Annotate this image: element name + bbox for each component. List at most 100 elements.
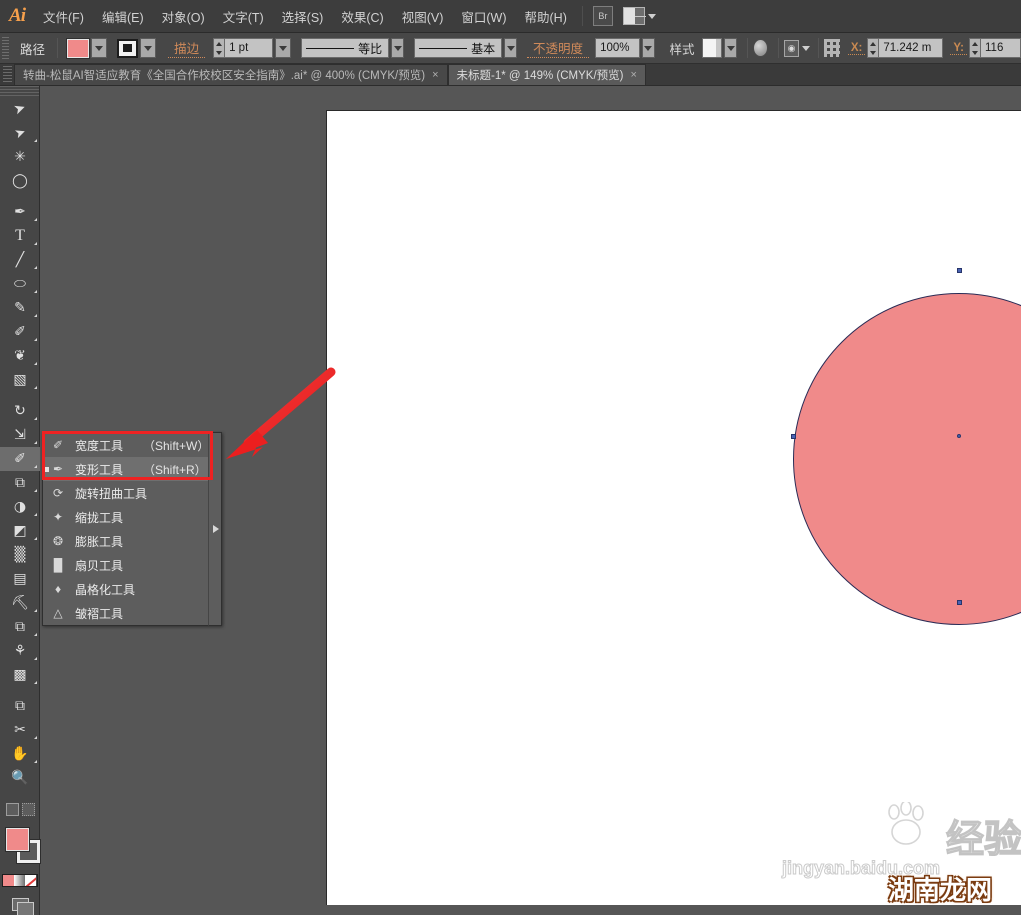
selection-tool[interactable]: ➤ bbox=[0, 97, 40, 121]
stroke-weight-stepper[interactable] bbox=[213, 38, 226, 58]
perspective-grid-tool[interactable]: ◩ bbox=[0, 519, 40, 543]
opacity-mask-icon[interactable] bbox=[753, 39, 768, 57]
menu-object[interactable]: 对象(O) bbox=[153, 0, 214, 33]
warp-tools-flyout-menu[interactable]: ✐ 宽度工具 （Shift+W） ✒ 变形工具 （Shift+R） ⟳ 旋转扭曲… bbox=[42, 432, 222, 626]
status-strip bbox=[40, 905, 1021, 915]
y-field[interactable]: 116 bbox=[981, 38, 1021, 58]
stroke-weight-field[interactable]: 1 pt bbox=[225, 38, 274, 58]
anchor-point-left[interactable] bbox=[791, 434, 796, 439]
y-stepper[interactable] bbox=[969, 38, 981, 58]
chevron-down-icon[interactable] bbox=[647, 13, 656, 19]
menu-view[interactable]: 视图(V) bbox=[393, 0, 453, 33]
magic-wand-tool[interactable]: ✳ bbox=[0, 145, 40, 169]
opacity-label[interactable]: 不透明度 bbox=[527, 38, 590, 58]
flyout-tearoff-strip[interactable] bbox=[208, 432, 222, 626]
menu-file[interactable]: 文件(F) bbox=[34, 0, 93, 33]
menu-help[interactable]: 帮助(H) bbox=[516, 0, 576, 33]
flyout-item-scallop-tool[interactable]: █ 扇贝工具 bbox=[43, 553, 221, 577]
chevron-down-icon bbox=[726, 45, 735, 51]
artboard-tool[interactable]: ⧉ bbox=[0, 694, 40, 718]
brush-definition-dropdown-button[interactable] bbox=[504, 38, 518, 58]
width-profile-combo[interactable]: 等比 bbox=[301, 38, 390, 58]
stroke-color-swatch[interactable] bbox=[117, 38, 139, 58]
drawing-mode-icons[interactable] bbox=[0, 796, 40, 822]
pen-tool[interactable]: ✒ bbox=[0, 200, 40, 224]
draw-normal-icon[interactable] bbox=[5, 802, 19, 816]
color-mode-bar[interactable] bbox=[1, 874, 38, 887]
shape-builder-tool[interactable]: ◑ bbox=[0, 495, 40, 519]
lasso-tool[interactable]: ◯ bbox=[0, 169, 40, 193]
menu-effect[interactable]: 效果(C) bbox=[332, 0, 392, 33]
tools-panel-grip[interactable] bbox=[0, 86, 39, 97]
free-transform-tool[interactable]: ⧉ bbox=[0, 471, 40, 495]
column-graph-tool[interactable]: ▩ bbox=[0, 663, 40, 687]
anchor-point-bottom[interactable] bbox=[957, 600, 962, 605]
artboard-canvas[interactable] bbox=[326, 110, 1021, 915]
gradient-icon[interactable] bbox=[13, 875, 26, 886]
close-icon[interactable]: × bbox=[630, 69, 636, 81]
menu-select[interactable]: 选择(S) bbox=[273, 0, 333, 33]
close-icon[interactable]: × bbox=[432, 69, 438, 81]
paintbrush-tool[interactable]: ✎ bbox=[0, 296, 40, 320]
graphic-style-dropdown-button[interactable] bbox=[724, 38, 738, 58]
graphic-style-swatch[interactable] bbox=[701, 38, 723, 58]
transform-grid-icon[interactable] bbox=[824, 39, 840, 57]
menu-edit[interactable]: 编辑(E) bbox=[93, 0, 153, 33]
blob-brush-tool[interactable]: ❦ bbox=[0, 344, 40, 368]
stroke-label[interactable]: 描边 bbox=[168, 38, 206, 58]
x-stepper[interactable] bbox=[867, 38, 880, 58]
fill-dropdown-button[interactable] bbox=[91, 38, 108, 58]
scale-tool[interactable]: ⇲ bbox=[0, 423, 40, 447]
mesh-tool[interactable]: ▒ bbox=[0, 543, 40, 567]
ellipse-tool[interactable]: ⬭ bbox=[0, 272, 40, 296]
fill-swatch[interactable] bbox=[5, 827, 30, 852]
control-bar-grip[interactable] bbox=[2, 37, 10, 59]
screen-mode-icon[interactable] bbox=[0, 891, 40, 915]
ellipse-shape[interactable] bbox=[793, 293, 1021, 625]
line-segment-tool[interactable]: ╱ bbox=[0, 248, 40, 272]
width-profile-dropdown-button[interactable] bbox=[391, 38, 405, 58]
flyout-item-width-tool[interactable]: ✐ 宽度工具 （Shift+W） bbox=[43, 433, 221, 457]
chevron-down-icon bbox=[644, 45, 653, 51]
menu-type[interactable]: 文字(T) bbox=[214, 0, 273, 33]
color-icon[interactable] bbox=[2, 875, 14, 886]
slice-tool[interactable]: ✂ bbox=[0, 718, 40, 742]
draw-behind-icon[interactable] bbox=[21, 802, 35, 816]
opacity-dropdown-button[interactable] bbox=[641, 38, 655, 58]
document-tab-1[interactable]: 转曲-松鼠AI智适应教育《全国合作校校区安全指南》.ai* @ 400% (CM… bbox=[14, 64, 448, 85]
fill-color-swatch[interactable] bbox=[66, 37, 91, 59]
tab-bar-grip[interactable] bbox=[3, 66, 12, 84]
symbol-sprayer-tool[interactable]: ⚘ bbox=[0, 639, 40, 663]
stroke-dropdown-button[interactable] bbox=[140, 38, 157, 58]
zoom-tool[interactable]: 🔍 bbox=[0, 766, 40, 790]
pencil-tool[interactable]: ✐ bbox=[0, 320, 40, 344]
type-tool[interactable]: T bbox=[0, 224, 40, 248]
document-tab-2[interactable]: 未标题-1* @ 149% (CMYK/预览) × bbox=[447, 64, 646, 85]
hand-tool[interactable]: ✋ bbox=[0, 742, 40, 766]
fill-stroke-control[interactable] bbox=[0, 826, 41, 870]
bridge-icon[interactable]: Br bbox=[592, 6, 613, 26]
flyout-item-crystallize-tool[interactable]: ♦ 晶格化工具 bbox=[43, 577, 221, 601]
rotate-tool[interactable]: ↻ bbox=[0, 399, 40, 423]
eyedropper-tool[interactable]: ⛏ bbox=[0, 591, 40, 615]
eraser-tool[interactable]: ▧ bbox=[0, 368, 40, 392]
blend-tool[interactable]: ⧉ bbox=[0, 615, 40, 639]
flyout-item-twirl-tool[interactable]: ⟳ 旋转扭曲工具 bbox=[43, 481, 221, 505]
chevron-down-icon[interactable] bbox=[802, 45, 811, 51]
flyout-item-pucker-tool[interactable]: ✦ 缩拢工具 bbox=[43, 505, 221, 529]
stroke-weight-dropdown-button[interactable] bbox=[275, 38, 292, 58]
none-icon[interactable] bbox=[25, 875, 37, 886]
gradient-tool[interactable]: ▤ bbox=[0, 567, 40, 591]
brush-definition-combo[interactable]: 基本 bbox=[414, 38, 503, 58]
warp-tool[interactable]: ✐ bbox=[0, 447, 40, 471]
align-icon[interactable]: ◉ bbox=[783, 39, 800, 57]
flyout-item-bloat-tool[interactable]: ❂ 膨胀工具 bbox=[43, 529, 221, 553]
flyout-item-wrinkle-tool[interactable]: △ 皱褶工具 bbox=[43, 601, 221, 625]
direct-selection-tool[interactable]: ➤ bbox=[0, 121, 40, 145]
menu-window[interactable]: 窗口(W) bbox=[452, 0, 515, 33]
x-field[interactable]: 71.242 m bbox=[879, 38, 944, 58]
flyout-item-warp-tool[interactable]: ✒ 变形工具 （Shift+R） bbox=[43, 457, 221, 481]
arrange-documents-icon[interactable] bbox=[622, 7, 646, 25]
opacity-field[interactable]: 100% bbox=[595, 38, 640, 58]
anchor-point-top[interactable] bbox=[957, 268, 962, 273]
